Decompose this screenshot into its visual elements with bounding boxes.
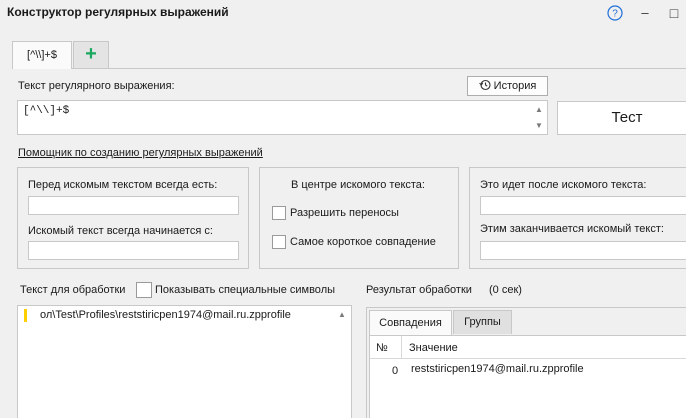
- result-time: (0 сек): [489, 284, 522, 296]
- before-input[interactable]: [28, 196, 239, 215]
- shortest-match-checkbox[interactable]: [272, 235, 286, 249]
- source-text-area[interactable]: ол\Test\Profiles\reststiricpen1974@mail.…: [17, 305, 352, 418]
- center-text-group: В центре искомого текста: Разрешить пере…: [259, 167, 459, 269]
- regex-helper-link[interactable]: Помощник по созданию регулярных выражени…: [18, 147, 263, 159]
- after-input[interactable]: [480, 196, 686, 215]
- regex-value: [^\\]+$: [23, 105, 70, 117]
- column-header-index[interactable]: №: [376, 342, 388, 354]
- add-tab-button[interactable]: +: [73, 41, 109, 68]
- allow-newlines-checkbox[interactable]: [272, 206, 286, 220]
- history-label: История: [493, 80, 537, 92]
- row-index: 0: [392, 365, 399, 377]
- tab-groups[interactable]: Группы: [453, 310, 512, 334]
- help-icon-glyph: ?: [607, 5, 623, 21]
- source-scroll-up-arrow[interactable]: ▲: [335, 308, 349, 322]
- ends-with-label: Этим заканчивается искомый текст:: [480, 223, 664, 235]
- after-label: Это идет после искомого текста:: [480, 179, 647, 191]
- table-header: № Значение: [370, 336, 686, 359]
- window-title: Конструктор регулярных выражений: [7, 5, 229, 19]
- after-text-group: Это идет после искомого текста: Этим зак…: [469, 167, 686, 269]
- show-special-chars-label: Показывать специальные символы: [155, 284, 336, 296]
- history-icon: [478, 79, 491, 91]
- show-special-chars-checkbox[interactable]: [136, 282, 152, 298]
- before-label: Перед искомым текстом всегда есть:: [28, 179, 218, 191]
- minimize-icon[interactable]: –: [636, 4, 654, 22]
- before-text-group: Перед искомым текстом всегда есть: Иском…: [17, 167, 249, 269]
- matches-table: № Значение 0 reststiricpen1974@mail.ru.z…: [369, 335, 686, 418]
- column-header-value[interactable]: Значение: [409, 342, 458, 354]
- column-divider: [401, 336, 402, 359]
- tab-regex[interactable]: [^\\]+$: [12, 41, 72, 69]
- source-text: ол\Test\Profiles\reststiricpen1974@mail.…: [40, 309, 291, 321]
- center-label: В центре искомого текста:: [291, 179, 425, 191]
- shortest-match-label: Самое короткое совпадение: [290, 236, 436, 248]
- test-button[interactable]: Тест: [557, 101, 686, 135]
- svg-text:?: ?: [612, 9, 618, 20]
- scroll-up-arrow[interactable]: ▲: [532, 103, 546, 117]
- tab-matches[interactable]: Совпадения: [369, 310, 452, 335]
- allow-newlines-label: Разрешить переносы: [290, 207, 399, 219]
- maximize-icon[interactable]: □: [665, 4, 683, 22]
- starts-with-label: Искомый текст всегда начинается с:: [28, 225, 213, 237]
- help-icon[interactable]: ?: [606, 4, 624, 22]
- ends-with-input[interactable]: [480, 241, 686, 260]
- source-label: Текст для обработки: [20, 284, 126, 296]
- row-value: reststiricpen1974@mail.ru.zpprofile: [411, 363, 584, 375]
- table-row[interactable]: 0 reststiricpen1974@mail.ru.zpprofile: [370, 360, 686, 380]
- history-button[interactable]: История: [467, 76, 548, 96]
- regex-input[interactable]: [^\\]+$ ▲ ▼: [17, 100, 548, 135]
- caret-marker: [24, 309, 27, 322]
- starts-with-input[interactable]: [28, 241, 239, 260]
- regex-label: Текст регулярного выражения:: [18, 80, 175, 92]
- result-label: Результат обработки: [366, 284, 472, 296]
- scroll-down-arrow[interactable]: ▼: [532, 119, 546, 133]
